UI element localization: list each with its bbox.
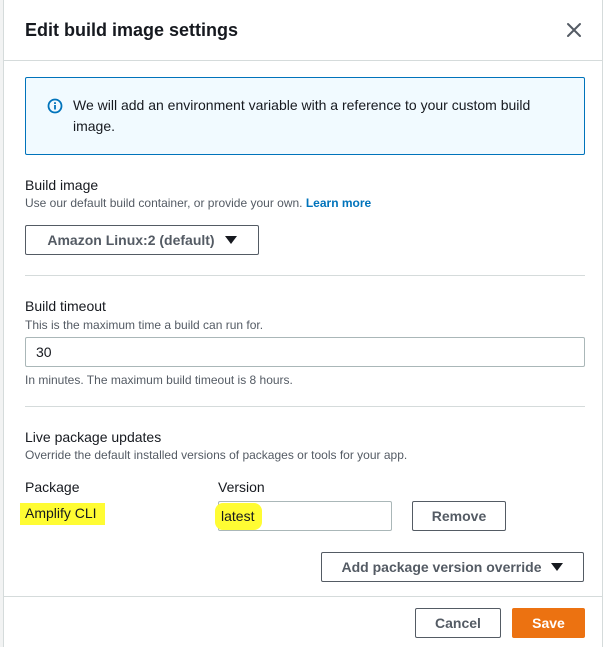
close-icon [567,23,581,37]
learn-more-link[interactable]: Learn more [306,196,371,210]
build-timeout-value: 30 [36,344,52,360]
package-column-header: Package [25,479,80,495]
version-column-header: Version [218,479,265,495]
divider [25,406,585,407]
build-timeout-input[interactable]: 30 [25,337,585,367]
build-image-description-text: Use our default build container, or prov… [25,196,303,210]
modal-title: Edit build image settings [25,20,239,40]
caret-down-icon [551,563,564,571]
modal-footer: Cancel Save [4,596,602,647]
build-timeout-description: This is the maximum time a build can run… [25,318,264,332]
live-package-updates-label: Live package updates [25,429,162,445]
close-button[interactable] [564,20,584,40]
build-image-selected-value: Amazon Linux:2 (default) [47,232,215,248]
build-image-select[interactable]: Amazon Linux:2 (default) [25,225,259,255]
info-icon [47,98,63,114]
add-package-version-override-label: Add package version override [341,559,542,575]
remove-package-button[interactable]: Remove [412,501,506,531]
modal-header: Edit build image settings [4,0,602,61]
info-alert: We will add an environment variable with… [25,77,585,155]
build-timeout-label: Build timeout [25,298,106,314]
package-version-input[interactable]: latest [215,501,392,531]
caret-down-icon [224,236,237,244]
save-button[interactable]: Save [512,608,585,638]
build-image-description: Use our default build container, or prov… [25,196,371,210]
live-package-updates-description: Override the default installed versions … [25,448,408,462]
edit-build-image-modal: Edit build image settings We will add an… [3,0,603,647]
divider [25,275,585,276]
cancel-button[interactable]: Cancel [415,608,501,638]
info-text: We will add an environment variable with… [73,97,531,134]
build-image-label: Build image [25,177,99,193]
package-name: Amplify CLI [20,503,105,525]
add-package-version-override-button[interactable]: Add package version override [321,552,584,582]
package-version-value: latest [215,502,263,530]
build-timeout-hint: In minutes. The maximum build timeout is… [25,373,293,387]
